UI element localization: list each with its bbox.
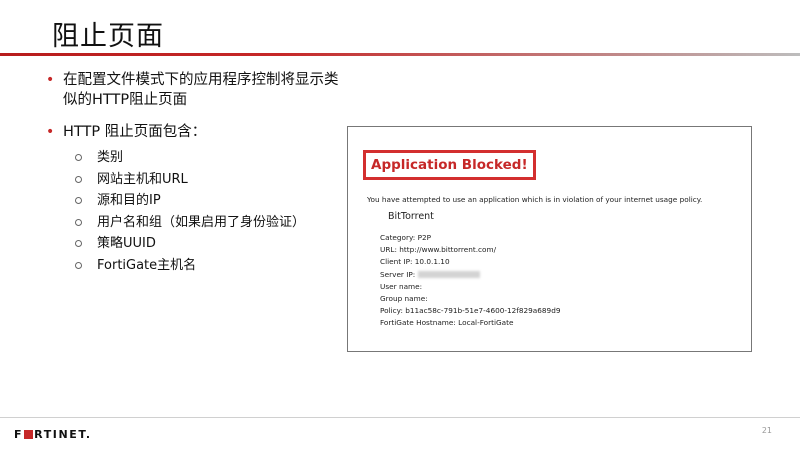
hollow-circle-icon: [75, 240, 82, 247]
detail-client-ip: Client IP: 10.0.1.10: [380, 257, 450, 267]
detail-category: Category: P2P: [380, 233, 432, 242]
sub-bullet-item: 用户名和组（如果启用了身份验证）: [75, 212, 365, 234]
hollow-circle-icon: [75, 261, 82, 269]
application-blocked-heading: Application Blocked!: [363, 150, 536, 180]
title-rule: [0, 53, 800, 56]
bullet-item: • 在配置文件模式下的应用程序控制将显示类似的HTTP阻止页面: [46, 70, 346, 110]
hollow-circle-icon: [75, 154, 82, 161]
bullet-list: • 在配置文件模式下的应用程序控制将显示类似的HTTP阻止页面 • HTTP 阻…: [46, 70, 346, 142]
detail-group-name: Group name:: [380, 294, 428, 304]
sub-bullet-item: 源和目的IP: [75, 190, 365, 212]
fortinet-logo: F RTINET.: [14, 428, 92, 441]
detail-policy: Policy: b11ac58c-791b-51e7-4600-12f829a6…: [380, 306, 561, 316]
sub-bullet-item: 类别: [75, 147, 365, 169]
hollow-circle-icon: [75, 197, 82, 204]
sub-bullet-text: 策略UUID: [97, 236, 156, 251]
sub-bullet-text: FortiGate主机名: [97, 257, 197, 273]
bullet-text: HTTP 阻止页面包含：: [63, 124, 207, 140]
server-ip-label: Server IP:: [380, 269, 416, 279]
hollow-circle-icon: [75, 175, 82, 183]
detail-fortigate-hostname: FortiGate Hostname: Local-FortiGate: [380, 318, 514, 328]
block-details: Category: P2P URL: http://www.bittorrent…: [380, 232, 560, 330]
detail-url: URL: http://www.bittorrent.com/: [380, 245, 497, 255]
bullet-dot-icon: •: [46, 124, 55, 140]
sub-bullet-item: FortiGate主机名: [75, 255, 365, 277]
bullet-item: • HTTP 阻止页面包含：: [46, 122, 346, 142]
logo-square-icon: [24, 430, 34, 439]
block-page-screenshot: Application Blocked! You have attempted …: [347, 126, 752, 352]
page-number: 21: [761, 426, 772, 435]
bullet-dot-icon: •: [46, 72, 55, 88]
detail-server-ip: Server IP:: [380, 269, 560, 281]
footer-rule: [0, 417, 800, 418]
blocked-app-name: BitTorrent: [388, 211, 434, 222]
logo-text-left: F: [14, 428, 24, 441]
bullet-text: 在配置文件模式下的应用程序控制将显示类似的HTTP阻止页面: [63, 72, 339, 108]
sub-bullet-item: 策略UUID: [75, 233, 365, 255]
sub-bullet-text: 类别: [97, 150, 124, 165]
detail-user-name: User name:: [380, 281, 423, 291]
redacted-server-ip: [418, 271, 481, 279]
slide-title: 阻止页面: [52, 21, 164, 52]
logo-text-right: RTINET.: [34, 428, 92, 441]
hollow-circle-icon: [75, 218, 82, 226]
sub-bullet-text: 网站主机和URL: [97, 171, 188, 187]
violation-message: You have attempted to use an application…: [367, 195, 703, 204]
sub-bullet-item: 网站主机和URL: [75, 169, 365, 191]
sub-bullet-text: 源和目的IP: [97, 193, 161, 208]
sub-bullet-text: 用户名和组（如果启用了身份验证）: [97, 214, 306, 230]
sub-bullet-list: 类别 网站主机和URL 源和目的IP 用户名和组（如果启用了身份验证） 策略UU…: [75, 147, 365, 276]
